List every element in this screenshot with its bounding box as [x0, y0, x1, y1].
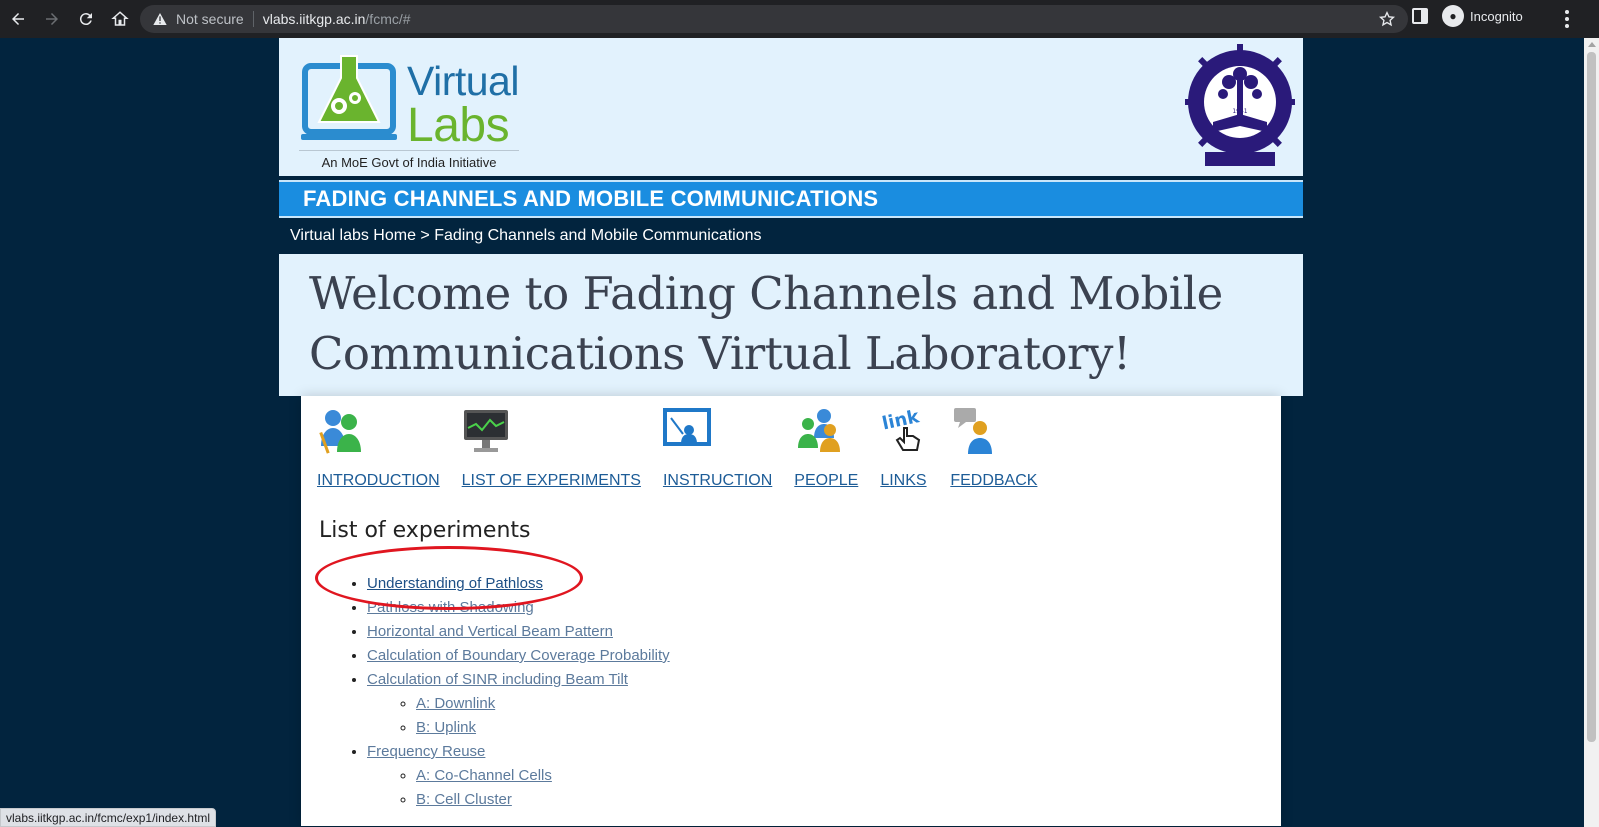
list-item: Calculation of SINR including Beam Tilt …	[367, 668, 670, 740]
url-path: /fcmc/#	[365, 11, 411, 27]
bookmark-star-icon[interactable]	[1378, 10, 1396, 28]
nav-list-of-experiments[interactable]: LIST OF EXPERIMENTS	[462, 406, 641, 490]
experiment-sublink[interactable]: B: Uplink	[416, 719, 476, 736]
experiment-sublink[interactable]: A: Downlink	[416, 695, 495, 712]
experiment-sublink[interactable]: A: Co-Channel Cells	[416, 767, 552, 784]
scroll-up-icon[interactable]	[1588, 42, 1596, 47]
experiment-sublink[interactable]: B: Cell Cluster	[416, 791, 512, 808]
group-icon	[798, 409, 841, 452]
home-icon	[111, 11, 129, 26]
arrow-left-icon	[12, 13, 24, 25]
nav-feedback[interactable]: FEDDBACK	[950, 406, 1037, 490]
list-item: B: Cell Cluster	[416, 788, 670, 812]
profile-button[interactable]: ● Incognito	[1442, 5, 1523, 27]
list-item: A: Downlink	[416, 692, 670, 716]
list-item: Calculation of Boundary Coverage Probabi…	[367, 644, 670, 668]
welcome-heading: Welcome to Fading Channels and Mobile Co…	[309, 267, 1223, 380]
security-label: Not secure	[176, 11, 244, 27]
main-content: INTRODUCTION LIST OF EXPERIMENTS INSTRUC…	[301, 396, 1281, 826]
warning-icon	[153, 13, 167, 25]
page: Virtual Labs An MoE Govt of India Initia…	[279, 38, 1303, 826]
lab-title: FADING CHANNELS AND MOBILE COMMUNICATION…	[303, 186, 879, 211]
reload-icon	[79, 13, 92, 26]
nav-links-link[interactable]: LINKS	[880, 472, 926, 490]
lab-nav: INTRODUCTION LIST OF EXPERIMENTS INSTRUC…	[317, 406, 1059, 490]
lab-title-bar: FADING CHANNELS AND MOBILE COMMUNICATION…	[279, 180, 1303, 218]
experiments-heading: List of experiments	[319, 518, 531, 543]
nav-people-link[interactable]: PEOPLE	[794, 472, 858, 490]
iit-kharagpur-seal-icon: 1951	[1185, 44, 1295, 166]
browser-toolbar: Not secure vlabs.iitkgp.ac.in/fcmc/# ● I…	[0, 0, 1599, 38]
experiments-list: Understanding of Pathloss Pathloss with …	[367, 572, 670, 812]
people-icon	[319, 410, 361, 454]
nav-list-of-experiments-link[interactable]: LIST OF EXPERIMENTS	[462, 472, 641, 490]
status-bar-url: vlabs.iitkgp.ac.in/fcmc/exp1/index.html	[0, 808, 217, 827]
logo-word-labs: Labs	[407, 99, 510, 152]
nav-instruction-link[interactable]: INSTRUCTION	[663, 472, 772, 490]
address-bar[interactable]: Not secure vlabs.iitkgp.ac.in/fcmc/#	[140, 5, 1408, 33]
scrollbar-thumb[interactable]	[1587, 52, 1596, 742]
list-item: Frequency Reuse A: Co-Channel Cells B: C…	[367, 740, 670, 812]
profile-label: Incognito	[1470, 8, 1523, 24]
list-item: Pathloss with Shadowing	[367, 596, 670, 620]
experiment-link[interactable]: Frequency Reuse	[367, 743, 485, 760]
reload-button[interactable]	[70, 3, 102, 35]
forward-button[interactable]	[36, 3, 68, 35]
nav-instruction[interactable]: INSTRUCTION	[662, 406, 772, 490]
nav-introduction[interactable]: INTRODUCTION	[317, 406, 440, 490]
welcome-banner: Welcome to Fading Channels and Mobile Co…	[279, 254, 1303, 396]
side-panel-icon[interactable]	[1412, 8, 1428, 24]
nav-feedback-link[interactable]: FEDDBACK	[950, 472, 1037, 490]
incognito-icon: ●	[1442, 5, 1464, 27]
logo-tagline: An MoE Govt of India Initiative	[299, 150, 519, 170]
nav-links[interactable]: link LINKS	[880, 406, 928, 490]
presentation-icon	[662, 408, 711, 446]
nav-people[interactable]: PEOPLE	[794, 406, 858, 490]
monitor-icon	[463, 410, 508, 452]
experiment-link[interactable]: Calculation of SINR including Beam Tilt	[367, 671, 628, 688]
menu-icon[interactable]	[1565, 10, 1569, 28]
back-button[interactable]	[2, 3, 34, 35]
seal-year: 1951	[1232, 108, 1247, 115]
site-header: Virtual Labs An MoE Govt of India Initia…	[279, 38, 1303, 176]
list-item: Understanding of Pathloss	[367, 572, 670, 596]
home-button[interactable]	[104, 3, 136, 35]
breadcrumb[interactable]: Virtual labs Home > Fading Channels and …	[279, 218, 1303, 254]
link-cursor-icon: link	[881, 406, 923, 451]
url-host: vlabs.iitkgp.ac.in	[262, 11, 366, 27]
experiment-link[interactable]: Horizontal and Vertical Beam Pattern	[367, 623, 613, 640]
svg-text:link: link	[881, 406, 923, 434]
feedback-person-icon	[954, 408, 993, 454]
list-item: A: Co-Channel Cells	[416, 764, 670, 788]
list-item: B: Uplink	[416, 716, 670, 740]
arrow-right-icon	[46, 13, 58, 25]
experiment-link[interactable]: Pathloss with Shadowing	[367, 599, 534, 616]
nav-introduction-link[interactable]: INTRODUCTION	[317, 472, 440, 490]
divider	[252, 11, 254, 27]
experiment-link[interactable]: Calculation of Boundary Coverage Probabi…	[367, 647, 670, 664]
list-item: Horizontal and Vertical Beam Pattern	[367, 620, 670, 644]
vertical-scrollbar[interactable]	[1584, 38, 1599, 827]
experiment-link[interactable]: Understanding of Pathloss	[367, 575, 543, 592]
